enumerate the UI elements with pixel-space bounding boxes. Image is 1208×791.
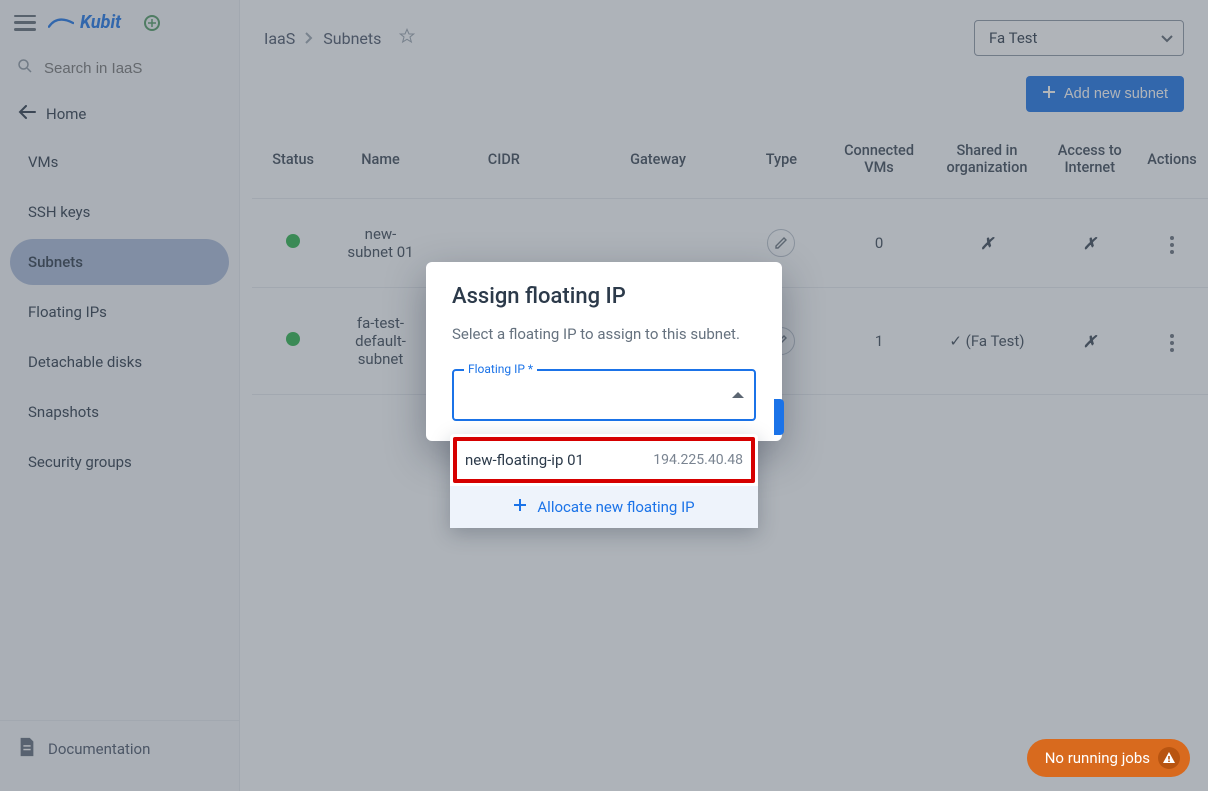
triangle-up-icon: [732, 392, 744, 398]
jobs-status-pill[interactable]: No running jobs: [1027, 739, 1190, 777]
option-ip: 194.225.40.48: [653, 452, 743, 468]
dialog-description: Select a floating IP to assign to this s…: [452, 325, 756, 343]
assign-floating-ip-dialog: Assign floating IP Select a floating IP …: [426, 262, 782, 441]
plus-icon: [513, 498, 527, 516]
allocate-floating-ip-button[interactable]: Allocate new floating IP: [450, 486, 758, 528]
warning-icon: [1158, 747, 1180, 769]
dialog-title: Assign floating IP: [452, 284, 756, 309]
floating-ip-option[interactable]: new-floating-ip 01 194.225.40.48: [457, 441, 751, 479]
floating-ip-label: Floating IP *: [464, 362, 537, 376]
option-name: new-floating-ip 01: [465, 451, 584, 469]
jobs-label: No running jobs: [1045, 749, 1150, 767]
allocate-label: Allocate new floating IP: [537, 498, 694, 516]
floating-ip-select[interactable]: Floating IP *: [452, 369, 756, 421]
dialog-submit-partial[interactable]: [774, 399, 784, 435]
floating-ip-dropdown: new-floating-ip 01 194.225.40.48 Allocat…: [450, 434, 758, 528]
